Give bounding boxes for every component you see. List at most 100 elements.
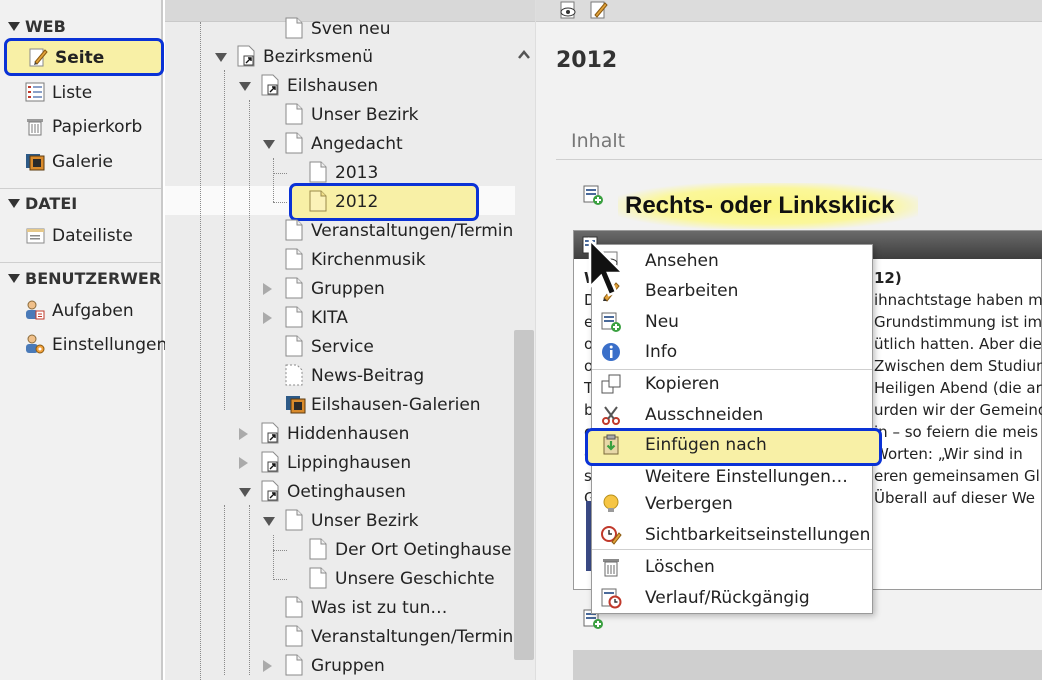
tree-node[interactable]: Eilshausen-Galerien [285, 391, 481, 420]
mouse-cursor-icon [588, 237, 627, 297]
menu-item-einfuegen-nach[interactable]: Einfügen nach [592, 430, 872, 460]
module-divider [0, 188, 161, 189]
page-icon [309, 190, 327, 212]
tree-node[interactable]: 2013 [309, 159, 378, 188]
module-item-dateiliste[interactable]: Dateiliste [24, 223, 133, 249]
page-icon [309, 567, 327, 589]
tree-node-label: Sven neu [311, 19, 391, 39]
trash-icon [603, 559, 619, 577]
menu-item-loeschen[interactable]: Löschen [592, 552, 872, 582]
history-icon [601, 588, 622, 609]
content-text-line-end: Zwischen dem Studium [874, 357, 1042, 375]
paste-icon [603, 434, 619, 455]
page-icon [285, 248, 303, 270]
tree-node[interactable]: Oetinghausen [239, 478, 406, 507]
menu-item-label: Info [645, 342, 678, 362]
page-icon [285, 219, 303, 241]
tree-node[interactable]: Unsere Geschichte [309, 565, 495, 594]
tree-node[interactable]: Lippinghausen [239, 449, 411, 478]
tree-node[interactable]: Gruppen [263, 652, 385, 680]
collapsed-arrow-icon[interactable] [239, 457, 248, 469]
tree-node[interactable]: Sven neu [285, 15, 391, 44]
tree-connector [273, 579, 287, 580]
tree-node-label: News-Beitrag [311, 366, 425, 386]
menu-item-label: Verlauf/Rückgängig [645, 588, 810, 608]
scissors-icon [602, 406, 620, 425]
module-item-aufgaben[interactable]: Aufgaben [24, 298, 134, 324]
page-icon [285, 132, 303, 154]
menu-item-kopieren[interactable]: Kopieren [592, 369, 872, 399]
tree-node-label: Unser Bezirk [311, 511, 419, 531]
tree-node[interactable]: Veranstaltungen/Termin [285, 217, 513, 246]
tree-node[interactable]: Was ist zu tun… [285, 594, 447, 623]
module-item-seite[interactable]: Seite [4, 38, 164, 76]
menu-item-sichtbarkeitseinstellungen[interactable]: Sichtbarkeitseinstellungen [592, 520, 872, 550]
tree-node[interactable]: Service [285, 333, 374, 362]
module-group-benutzerwerkzeuge[interactable]: BENUTZERWER [8, 269, 161, 288]
menu-item-ausschneiden[interactable]: Ausschneiden [592, 400, 872, 430]
tree-node[interactable]: Der Ort Oetinghause [309, 536, 511, 565]
menu-item-bearbeiten[interactable]: Bearbeiten [592, 276, 872, 306]
scrollbar-thumb[interactable] [514, 330, 534, 660]
edit-icon[interactable] [588, 0, 610, 20]
expanded-arrow-icon[interactable] [263, 517, 275, 526]
tree-connector [273, 158, 274, 202]
tree-node[interactable]: Veranstaltungen/Termin [285, 623, 513, 652]
collapsed-arrow-icon[interactable] [239, 428, 248, 440]
module-item-einstellungen[interactable]: Einstellungen [24, 332, 167, 358]
tree-node[interactable]: Hiddenhausen [239, 420, 409, 449]
expanded-arrow-icon[interactable] [239, 82, 251, 91]
menu-item-label: Sichtbarkeitseinstellungen [645, 525, 871, 545]
tree-node-label: Eilshausen-Galerien [311, 395, 481, 415]
new-content-icon[interactable] [582, 184, 604, 206]
menu-item-label: Löschen [645, 557, 715, 577]
menu-item-info[interactable]: Info [592, 337, 872, 367]
module-group-datei[interactable]: DATEI [8, 194, 77, 213]
shortcut-page-icon [237, 45, 255, 67]
menu-item-weitere-einstellungen[interactable]: Weitere Einstellungen… [592, 462, 872, 492]
expanded-arrow-icon[interactable] [239, 488, 251, 497]
collapse-icon [8, 274, 20, 283]
menu-item-neu[interactable]: Neu [592, 307, 872, 337]
view-icon[interactable] [558, 0, 580, 20]
tree-node[interactable]: Eilshausen [239, 72, 378, 101]
module-item-papierkorb[interactable]: Papierkorb [24, 114, 142, 140]
page-icon [309, 538, 327, 560]
collapse-icon [8, 22, 20, 31]
tree-node[interactable]: Unser Bezirk [263, 507, 419, 536]
page-icon [285, 654, 303, 676]
menu-item-verbergen[interactable]: Verbergen [592, 489, 872, 519]
chevron-up-icon[interactable] [517, 48, 531, 62]
tree-node[interactable]: Gruppen [263, 275, 385, 304]
menu-item-label: Verbergen [645, 494, 733, 514]
menu-item-label: Einfügen nach [645, 435, 767, 455]
expanded-arrow-icon[interactable] [263, 140, 275, 149]
content-text-line-end: Worten: „Wir sind in [874, 445, 1023, 463]
menu-item-verlauf-rueckgaengig[interactable]: Verlauf/Rückgängig [592, 583, 872, 613]
collapsed-arrow-icon[interactable] [263, 283, 272, 295]
content-text-line-end: Überall auf dieser We [874, 489, 1036, 507]
menu-item-ansehen[interactable]: Ansehen [592, 246, 872, 276]
section-label-inhalt: Inhalt [556, 130, 1042, 160]
module-item-galerie[interactable]: Galerie [24, 149, 113, 175]
tree-node[interactable]: 2012 [309, 188, 378, 217]
tree-node-label: Bezirksmenü [263, 47, 374, 67]
collapsed-arrow-icon[interactable] [263, 660, 272, 672]
module-group-web[interactable]: WEB [8, 17, 66, 36]
collapsed-arrow-icon[interactable] [263, 312, 272, 324]
tree-node[interactable]: Angedacht [263, 130, 403, 159]
tree-connector [273, 173, 287, 174]
tree-node-label: Der Ort Oetinghause [335, 540, 512, 560]
lightbulb-icon [603, 494, 619, 512]
tree-node[interactable]: Unser Bezirk [285, 101, 419, 130]
tree-scrollbar[interactable] [512, 40, 535, 680]
tree-node[interactable]: Bezirksmenü [215, 43, 374, 72]
content-text-line-end: eren gemeinsamen Gl [874, 467, 1040, 485]
tree-node[interactable]: KITA [263, 304, 348, 333]
module-item-liste[interactable]: Liste [24, 80, 92, 106]
trash-icon [27, 119, 43, 136]
expanded-arrow-icon[interactable] [215, 53, 227, 62]
tree-node[interactable]: Kirchenmusik [285, 246, 426, 275]
tree-node-label: Gruppen [311, 656, 385, 676]
tree-node[interactable]: News-Beitrag [285, 362, 424, 391]
